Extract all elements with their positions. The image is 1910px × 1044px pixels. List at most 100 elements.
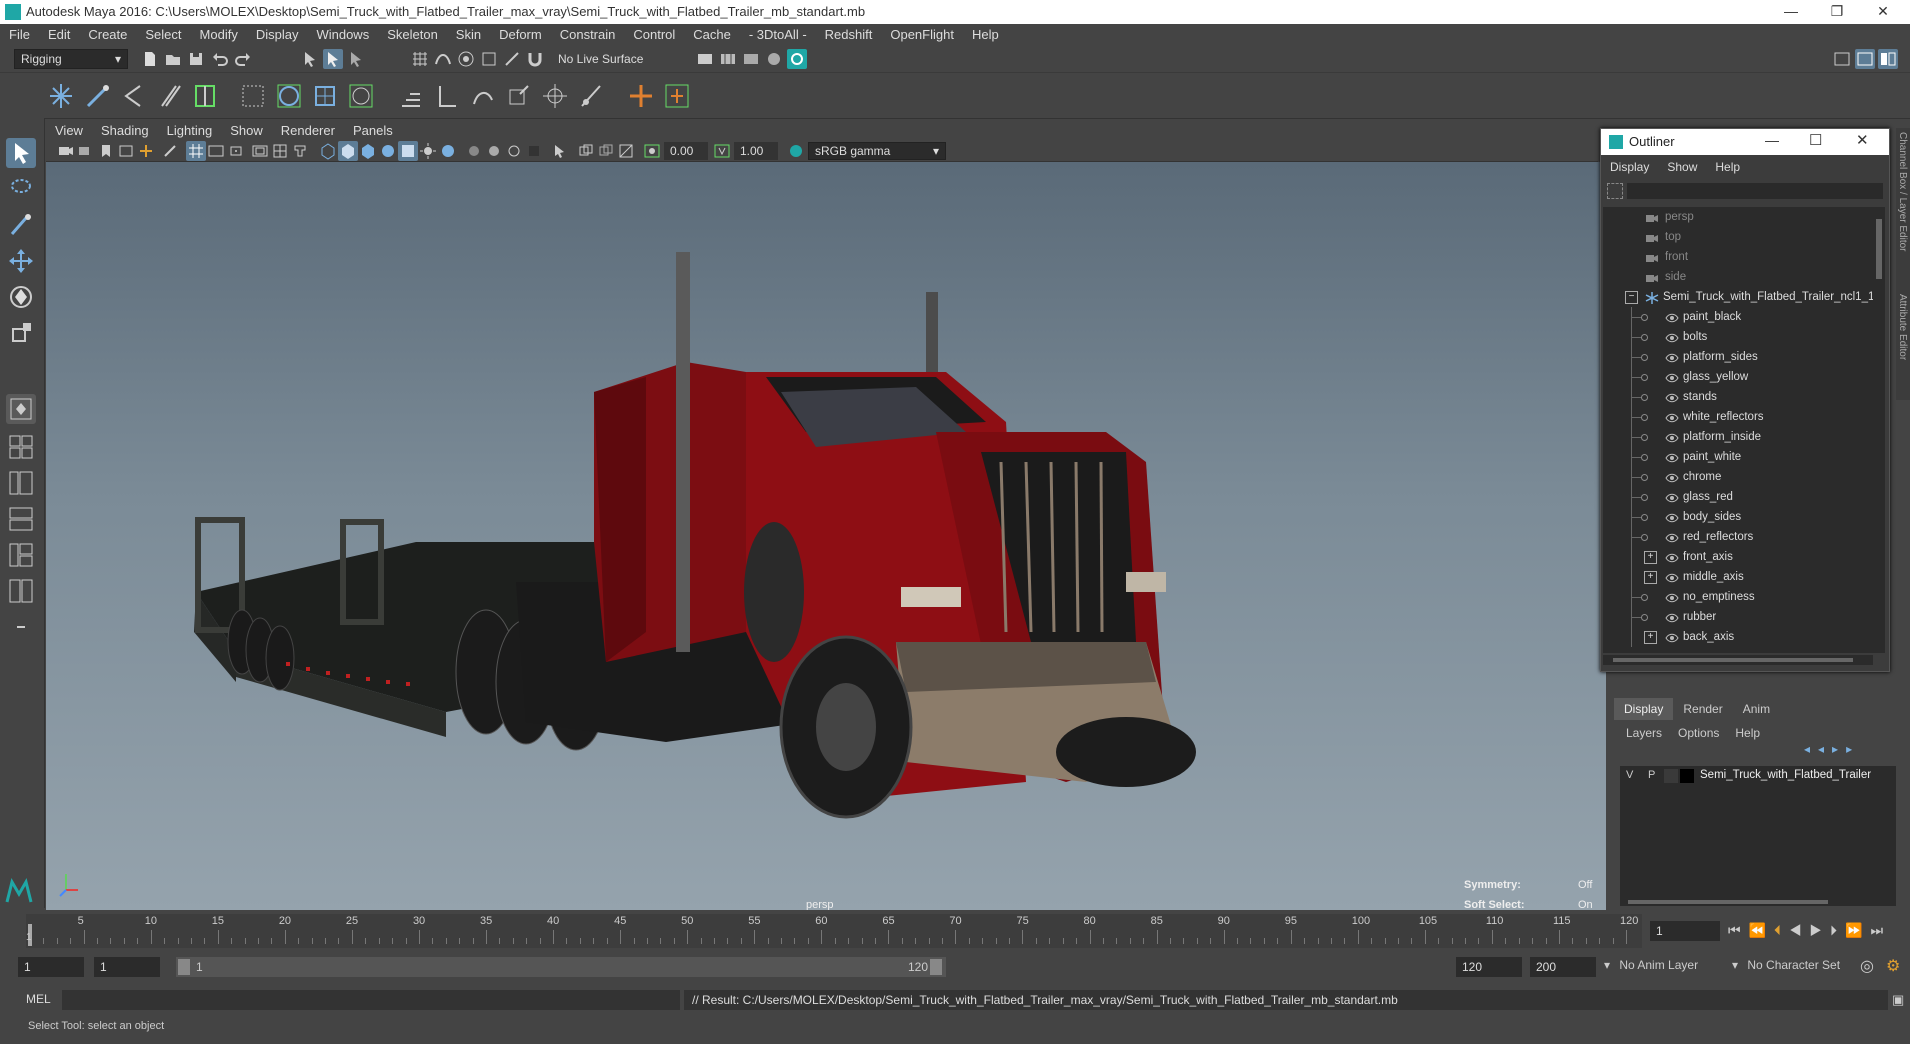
parent-constraint-icon[interactable] xyxy=(396,80,426,112)
isolate-select-icon[interactable] xyxy=(550,141,570,161)
lattice-icon[interactable] xyxy=(310,80,340,112)
open-scene-icon[interactable] xyxy=(163,49,183,69)
tab-anim[interactable]: Anim xyxy=(1733,698,1780,720)
time-slider[interactable]: 5 10 15 20 25 30 35 40 45 50 55 60 65 70 75 80 85 90 95 100… xyxy=(0,914,1910,948)
panel-menu-view[interactable]: View xyxy=(46,121,92,140)
character-set-dropdown[interactable]: ▾ No Character Set xyxy=(1732,958,1840,972)
ik-handle-icon[interactable] xyxy=(82,80,112,112)
motion-blur-icon[interactable] xyxy=(464,141,484,161)
layer-color-swatch[interactable] xyxy=(1680,769,1694,783)
outliner-item-bolts[interactable]: bolts xyxy=(1603,327,1873,347)
new-scene-icon[interactable] xyxy=(140,49,160,69)
gamma-field[interactable]: 1.00 xyxy=(734,142,778,160)
multisample-aa-icon[interactable] xyxy=(484,141,504,161)
go-to-end-icon[interactable]: ⏭ xyxy=(1870,922,1891,938)
orient-constraint-icon[interactable] xyxy=(468,80,498,112)
menu-modify[interactable]: Modify xyxy=(191,24,247,45)
outliner-item-front-axis[interactable]: + front_axis xyxy=(1603,547,1873,567)
use-all-lights-icon[interactable] xyxy=(398,141,418,161)
layout-panel-icon[interactable] xyxy=(1878,49,1898,69)
side-tab-attribute-editor[interactable]: Attribute Editor xyxy=(1896,290,1910,400)
handle-icon[interactable] xyxy=(662,80,692,112)
joint-tool-icon[interactable] xyxy=(46,80,76,112)
layout-toggle-icon[interactable] xyxy=(6,612,36,642)
camera-attributes-icon[interactable] xyxy=(76,141,96,161)
playback-start-field[interactable]: 1 xyxy=(94,957,160,977)
collapse-toggle[interactable]: − xyxy=(1625,291,1638,304)
layout-single-icon[interactable] xyxy=(1855,49,1875,69)
range-start-handle[interactable] xyxy=(178,959,190,975)
menu-skeleton[interactable]: Skeleton xyxy=(378,24,447,45)
layer-row[interactable]: V P Semi_Truck_with_Flatbed_Trailer xyxy=(1620,766,1896,786)
layer-playback-toggle[interactable]: P xyxy=(1648,769,1655,781)
menu-redshift[interactable]: Redshift xyxy=(816,24,882,45)
select-object-icon[interactable] xyxy=(323,49,343,69)
move-tool-icon[interactable] xyxy=(6,246,36,276)
panel-menu-lighting[interactable]: Lighting xyxy=(158,121,222,140)
outliner-menu-display[interactable]: Display xyxy=(1601,157,1658,177)
backface-culling-icon[interactable] xyxy=(616,141,636,161)
wireframe-icon[interactable] xyxy=(318,141,338,161)
menu-deform[interactable]: Deform xyxy=(490,24,551,45)
resolution-gate-icon[interactable] xyxy=(226,141,246,161)
cluster-icon[interactable] xyxy=(274,80,304,112)
outliner-item-platform-sides[interactable]: platform_sides xyxy=(1603,347,1873,367)
restore-button[interactable]: ❐ xyxy=(1814,0,1860,24)
snap-view-plane-icon[interactable] xyxy=(479,49,499,69)
outliner-menu-show[interactable]: Show xyxy=(1658,157,1706,177)
play-backward-icon[interactable]: ◀ xyxy=(1789,922,1810,938)
depth-of-field-icon[interactable] xyxy=(504,141,524,161)
select-component-icon[interactable] xyxy=(346,49,366,69)
textured-icon[interactable] xyxy=(378,141,398,161)
wrap-icon[interactable] xyxy=(346,80,376,112)
menu-create[interactable]: Create xyxy=(79,24,136,45)
outliner-item-middle-axis[interactable]: + middle_axis xyxy=(1603,567,1873,587)
anim-layer-dropdown[interactable]: ▾ No Anim Layer xyxy=(1604,958,1698,972)
menu-cache[interactable]: Cache xyxy=(684,24,740,45)
outliner-title-bar[interactable]: Outliner — ☐ ✕ xyxy=(1601,129,1889,155)
magnet-icon[interactable] xyxy=(525,49,545,69)
lasso-tool-icon[interactable] xyxy=(6,174,36,204)
outliner-item-body-sides[interactable]: body_sides xyxy=(1603,507,1873,527)
camera-select-icon[interactable] xyxy=(56,141,76,161)
ipr-render-icon[interactable] xyxy=(718,49,738,69)
menu-openflight[interactable]: OpenFlight xyxy=(881,24,963,45)
animation-start-field[interactable]: 1 xyxy=(18,957,84,977)
outliner-item-paint-white[interactable]: paint_white xyxy=(1603,447,1873,467)
outliner-camera-top[interactable]: top xyxy=(1603,227,1873,247)
tab-display[interactable]: Display xyxy=(1614,698,1674,720)
live-surface-field[interactable]: No Live Surface xyxy=(552,50,664,68)
render-settings-icon[interactable] xyxy=(741,49,761,69)
script-editor-icon[interactable]: ▣ xyxy=(1892,992,1904,1008)
undo-icon[interactable] xyxy=(210,49,230,69)
paint-weights-icon[interactable] xyxy=(238,80,268,112)
outliner-item-rubber[interactable]: rubber xyxy=(1603,607,1873,627)
menu-select[interactable]: Select xyxy=(136,24,190,45)
menu-skin[interactable]: Skin xyxy=(447,24,490,45)
menu-windows[interactable]: Windows xyxy=(307,24,378,45)
outliner-root-group[interactable]: − Semi_Truck_with_Flatbed_Trailer_ncl1_1 xyxy=(1603,287,1873,307)
color-management-icon[interactable] xyxy=(786,141,806,161)
layer-horizontal-scrollbar[interactable] xyxy=(1620,898,1896,906)
playback-end-field[interactable]: 120 xyxy=(1456,957,1522,977)
film-gate-icon[interactable] xyxy=(206,141,226,161)
shadows-icon[interactable] xyxy=(418,141,438,161)
range-slider[interactable]: 1 120 xyxy=(176,957,946,977)
workspace-icon[interactable] xyxy=(1832,49,1852,69)
outliner-item-glass-red[interactable]: glass_red xyxy=(1603,487,1873,507)
outliner-item-paint-black[interactable]: paint_black xyxy=(1603,307,1873,327)
bind-skin-icon[interactable] xyxy=(154,80,184,112)
step-back-key-icon[interactable]: ⏴ xyxy=(1774,922,1789,938)
layer-menu-help[interactable]: Help xyxy=(1727,724,1768,742)
outliner-menu-help[interactable]: Help xyxy=(1706,157,1749,177)
range-end-handle[interactable] xyxy=(930,959,942,975)
outliner-item-no-emptiness[interactable]: no_emptiness xyxy=(1603,587,1873,607)
outliner-item-glass-yellow[interactable]: glass_yellow xyxy=(1603,367,1873,387)
panel-menu-show[interactable]: Show xyxy=(221,121,272,140)
redo-icon[interactable] xyxy=(233,49,253,69)
screen-space-ao-icon[interactable] xyxy=(438,141,458,161)
outliner-camera-persp[interactable]: persp xyxy=(1603,207,1873,227)
x-ray-joints-icon[interactable] xyxy=(576,141,596,161)
outliner-item-red-reflectors[interactable]: red_reflectors xyxy=(1603,527,1873,547)
save-scene-icon[interactable] xyxy=(186,49,206,69)
